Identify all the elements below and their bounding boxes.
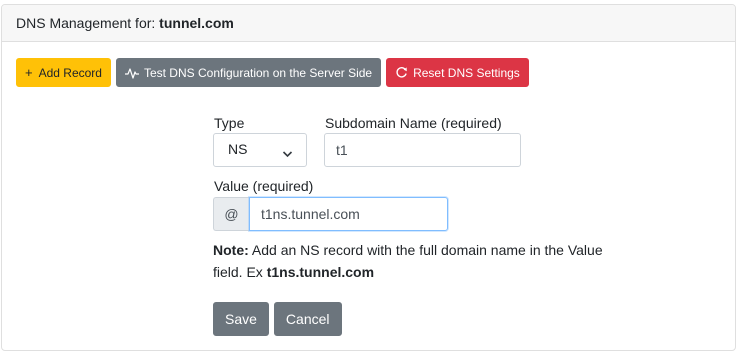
note-prefix: Note: xyxy=(213,242,249,258)
refresh-icon xyxy=(395,66,408,79)
help-note: Note: Add an NS record with the full dom… xyxy=(213,239,633,283)
cancel-button[interactable]: Cancel xyxy=(273,302,342,336)
pulse-icon xyxy=(124,67,139,79)
value-input[interactable]: t1ns.tunnel.com xyxy=(249,197,448,231)
test-dns-label: Test DNS Configuration on the Server Sid… xyxy=(143,65,373,80)
value-label: Value (required) xyxy=(214,178,314,194)
reset-dns-label: Reset DNS Settings xyxy=(413,65,520,80)
add-record-label: Add Record xyxy=(38,65,102,80)
plus-icon: + xyxy=(25,65,33,80)
save-button[interactable]: Save xyxy=(213,302,269,336)
reset-dns-button[interactable]: Reset DNS Settings xyxy=(386,58,529,87)
test-dns-button[interactable]: Test DNS Configuration on the Server Sid… xyxy=(115,58,382,87)
value-at-addon: @ xyxy=(213,197,249,231)
header-prefix: DNS Management for: xyxy=(16,15,160,31)
header-domain: tunnel.com xyxy=(159,15,234,31)
subdomain-label: Subdomain Name (required) xyxy=(325,115,502,131)
subdomain-input[interactable]: t1 xyxy=(324,133,521,167)
type-label: Type xyxy=(214,115,245,131)
chevron-down-icon xyxy=(282,145,293,161)
form-actions: Save Cancel xyxy=(213,302,342,336)
type-select[interactable]: NS xyxy=(213,133,307,167)
add-record-button[interactable]: + Add Record xyxy=(16,58,111,87)
note-example: t1ns.tunnel.com xyxy=(266,264,375,280)
type-select-value: NS xyxy=(228,141,248,157)
toolbar: + Add Record Test DNS Configuration on t… xyxy=(16,58,529,87)
card-header: DNS Management for: tunnel.com xyxy=(2,5,735,42)
dns-management-card: DNS Management for: tunnel.com + Add Rec… xyxy=(1,4,736,351)
